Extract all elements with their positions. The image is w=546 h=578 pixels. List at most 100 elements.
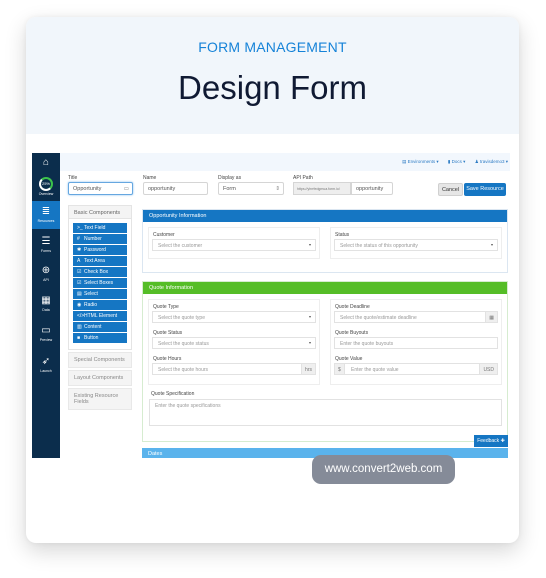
component-html-element[interactable]: </>HTML Element: [73, 311, 127, 321]
feedback-button[interactable]: Feedback ✚: [474, 435, 508, 447]
home-icon[interactable]: ⌂: [32, 157, 60, 169]
status-field: Status Select the status of this opportu…: [330, 227, 502, 259]
quote-deadline-input[interactable]: Select the quote/estimate deadline ▦: [334, 311, 498, 323]
quote-spec-textarea[interactable]: Enter the quote specifications: [149, 399, 502, 426]
display-as-value: Form: [223, 186, 236, 192]
display-as-select[interactable]: Form ⇕: [218, 182, 284, 195]
component-password[interactable]: ✱ Password: [73, 245, 127, 255]
quote-buyouts-placeholder: Enter the quote buyouts: [340, 341, 394, 347]
rail-item-data[interactable]: ▦ Data: [32, 295, 60, 312]
quote-status-label: Quote Status: [153, 330, 183, 336]
database-icon: ≣: [41, 206, 51, 217]
environments-menu[interactable]: ▤ Environments ▾: [402, 159, 439, 164]
title-input[interactable]: Opportunity ▭: [68, 182, 133, 195]
rail-item-api[interactable]: ⊕ API: [32, 265, 60, 282]
rail-item-resources[interactable]: ≣ Resources: [32, 201, 60, 229]
basic-components-header[interactable]: Basic Components: [68, 205, 132, 219]
caret-down-icon: ▾: [490, 242, 493, 247]
quote-panel-header: Quote Information: [143, 282, 507, 294]
quote-spec-label: Quote Specification: [151, 391, 195, 397]
quote-spec-placeholder: Enter the quote specifications: [155, 403, 221, 409]
caret-down-icon: ▾: [308, 314, 311, 319]
component-number[interactable]: # Number: [73, 234, 127, 244]
api-path-label: API Path: [293, 175, 313, 181]
component-select[interactable]: ▤ Select: [73, 289, 127, 299]
title-label: Title: [68, 175, 78, 181]
component-content[interactable]: ▥ Content: [73, 322, 127, 332]
name-input[interactable]: opportunity: [143, 182, 208, 195]
component-label: Text Area: [84, 258, 105, 264]
laptop-icon: ▭: [41, 325, 51, 336]
docs-menu[interactable]: ▮ Docs ▾: [448, 159, 466, 164]
opportunity-panel-header: Opportunity Information: [143, 210, 507, 222]
page-title: Design Form: [178, 69, 367, 106]
title-value: Opportunity: [73, 186, 102, 192]
quote-buyouts-input[interactable]: Enter the quote buyouts: [334, 337, 498, 349]
quote-buyouts-label: Quote Buyouts: [335, 330, 369, 336]
rail-item-overview[interactable]: 25% Overview: [32, 174, 60, 200]
quote-left-column: Quote Type Select the quote type ▾ Quote…: [148, 299, 320, 385]
quote-deadline-label: Quote Deadline: [335, 304, 370, 310]
quote-right-column: Quote Deadline Select the quote/estimate…: [330, 299, 502, 385]
quote-hours-label: Quote Hours: [153, 356, 182, 362]
basic-components-list: >_Text Field # Number ✱ Password A Text Are…: [68, 219, 132, 350]
component-text-field[interactable]: >_Text Field: [73, 223, 127, 233]
radio-icon: ◉: [77, 302, 82, 308]
component-text-area[interactable]: A Text Area: [73, 256, 127, 266]
quote-value-placeholder: Enter the quote value: [351, 367, 399, 373]
component-button[interactable]: ■ Button: [73, 333, 127, 343]
rail-item-forms[interactable]: ☰ Forms: [32, 236, 60, 253]
gauge-icon: 25%: [39, 177, 53, 191]
customer-field: Customer Select the customer ▾: [148, 227, 320, 259]
quote-deadline-placeholder: Select the quote/estimate deadline: [340, 315, 417, 321]
customer-select[interactable]: Select the customer ▾: [152, 239, 316, 251]
quote-value-label: Quote Value: [335, 356, 363, 362]
save-resource-button[interactable]: Save Resource: [464, 183, 506, 196]
component-palette: Basic Components >_Text Field # Number ✱ P…: [68, 205, 132, 410]
status-select[interactable]: Select the status of this opportunity ▾: [334, 239, 498, 251]
opportunity-panel: Opportunity Information Customer Select …: [142, 209, 508, 273]
component-label: Password: [84, 247, 106, 253]
api-path-input[interactable]: opportunity: [351, 182, 393, 195]
quote-type-select[interactable]: Select the quote type ▾: [152, 311, 316, 323]
rail-label: Preview: [39, 338, 53, 342]
component-select-boxes[interactable]: ☑ Select Boxes: [73, 278, 127, 288]
user-menu[interactable]: ♟ travisdemo3 ▾: [475, 159, 508, 164]
quote-value-input[interactable]: $ Enter the quote value USD: [334, 363, 498, 375]
component-label: Number: [84, 236, 102, 242]
special-components-group[interactable]: Special Components: [68, 352, 132, 368]
contact-card-icon: ▭: [123, 186, 129, 192]
quote-panel: Quote Information Quote Type Select the …: [142, 281, 508, 442]
layout-components-group[interactable]: Layout Components: [68, 370, 132, 386]
website-url-badge: www.convert2web.com: [312, 455, 455, 484]
component-radio[interactable]: ◉ Radio: [73, 300, 127, 310]
rail-label: API: [43, 278, 49, 282]
customer-placeholder: Select the customer: [158, 243, 203, 249]
component-label: HTML Element: [84, 313, 118, 319]
rail-item-preview[interactable]: ▭ Preview: [32, 325, 60, 342]
caret-down-icon: ▾: [308, 242, 311, 247]
dollar-prefix: $: [335, 364, 345, 374]
status-placeholder: Select the status of this opportunity: [340, 243, 418, 249]
component-label: Text Field: [84, 225, 106, 231]
component-label: Select: [84, 291, 98, 297]
quote-status-placeholder: Select the quote status: [158, 341, 209, 347]
component-label: Button: [84, 335, 99, 341]
asterisk-icon: ✱: [77, 247, 82, 253]
rocket-icon: ➶: [41, 356, 51, 367]
existing-resource-fields-group[interactable]: Existing Resource Fields: [68, 388, 132, 410]
component-check-box[interactable]: ☑ Check Box: [73, 267, 127, 277]
nav-rail: ⌂ 25% Overview ≣ Resources ☰ Forms ⊕ API…: [32, 153, 60, 458]
hash-icon: #: [77, 236, 80, 242]
component-label: Content: [84, 324, 102, 330]
calendar-icon[interactable]: ▦: [485, 312, 497, 322]
api-path-value: opportunity: [356, 186, 384, 192]
quote-hours-input[interactable]: Select the quote hours hrs: [152, 363, 316, 375]
name-value: opportunity: [148, 186, 176, 192]
select-arrows-icon: ⇕: [275, 186, 280, 192]
rail-item-launch[interactable]: ➶ Launch: [32, 356, 60, 373]
top-nav: ▤ Environments ▾ ▮ Docs ▾ ♟ travisdemo3 …: [394, 159, 508, 165]
cancel-button[interactable]: Cancel: [438, 183, 463, 196]
section-eyebrow: FORM MANAGEMENT: [198, 39, 347, 55]
quote-status-select[interactable]: Select the quote status ▾: [152, 337, 316, 349]
